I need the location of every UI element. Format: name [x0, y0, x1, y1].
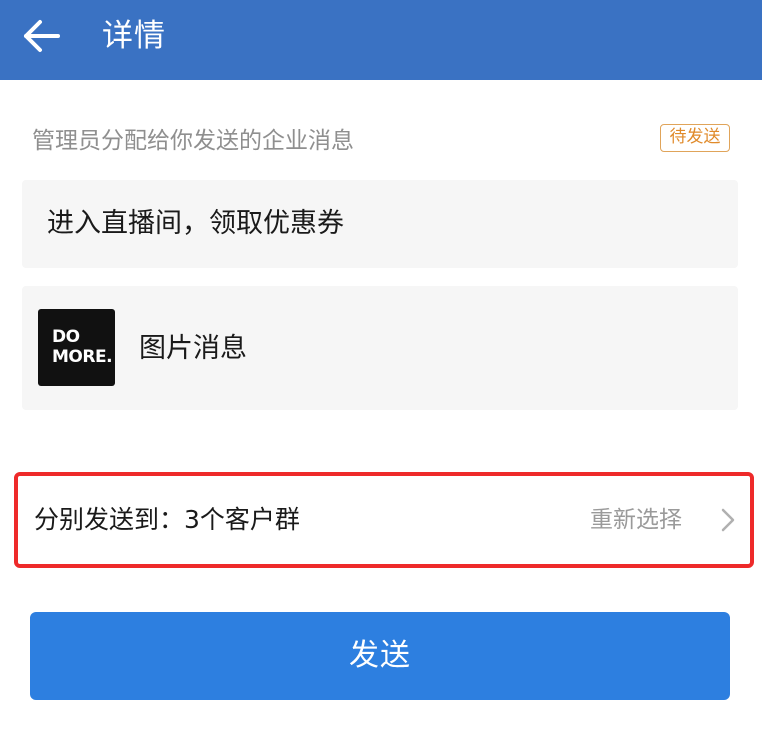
- thumbnail-text-line1: DO: [52, 327, 80, 347]
- top-app-bar: 详情: [0, 0, 762, 80]
- reselect-link[interactable]: 重新选择: [590, 502, 682, 538]
- send-target-row[interactable]: 分别发送到：3个客户群 重新选择: [14, 472, 754, 568]
- thumbnail-text-line2: MORE.: [52, 347, 113, 367]
- send-button[interactable]: 发送: [30, 612, 730, 700]
- intro-text: 管理员分配给你发送的企业消息: [32, 128, 354, 154]
- image-thumbnail: DO MORE.: [38, 309, 115, 386]
- send-target-label: 分别发送到：3个客户群: [34, 505, 300, 534]
- text-message-content: 进入直播间，领取优惠券: [47, 208, 344, 239]
- page-title: 详情: [102, 18, 166, 54]
- text-message-card: 进入直播间，领取优惠券: [22, 180, 738, 268]
- back-button[interactable]: [18, 16, 64, 56]
- image-message-card[interactable]: DO MORE. 图片消息: [22, 286, 738, 410]
- chevron-right-icon: [721, 508, 735, 532]
- detail-content: 管理员分配给你发送的企业消息 待发送 进入直播间，领取优惠券 DO MORE. …: [0, 80, 762, 749]
- status-badge: 待发送: [660, 124, 730, 152]
- image-message-label: 图片消息: [139, 333, 247, 364]
- arrow-left-icon: [24, 20, 60, 52]
